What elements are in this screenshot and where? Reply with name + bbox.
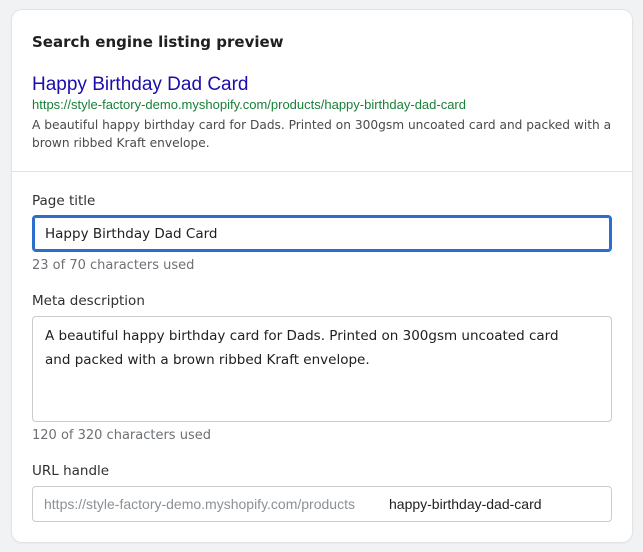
seo-card: Search engine listing preview Happy Birt…	[12, 10, 632, 542]
serp-preview-description: A beautiful happy birthday card for Dads…	[32, 118, 612, 150]
page-title-value: Happy Birthday Dad Card	[45, 226, 218, 242]
url-handle-prefix: https://style-factory-demo.myshopify.com…	[44, 496, 355, 512]
meta-description-char-count: 120 of 320 characters used	[32, 428, 211, 443]
page-title-char-count: 23 of 70 characters used	[32, 258, 195, 273]
meta-description-value: A beautiful happy birthday card for Dads…	[45, 328, 559, 368]
meta-description-label: Meta description	[32, 293, 145, 309]
url-handle-label: URL handle	[32, 463, 110, 479]
serp-preview-title: Happy Birthday Dad Card	[32, 74, 249, 95]
page-title-input[interactable]: Happy Birthday Dad Card	[32, 215, 612, 252]
meta-description-textarea[interactable]: A beautiful happy birthday card for Dads…	[32, 316, 612, 422]
serp-preview-url: https://style-factory-demo.myshopify.com…	[32, 97, 466, 112]
url-handle-input[interactable]: https://style-factory-demo.myshopify.com…	[32, 486, 612, 522]
url-handle-value: happy-birthday-dad-card	[389, 496, 542, 512]
section-title: Search engine listing preview	[32, 33, 284, 51]
search-preview-section: Search engine listing preview Happy Birt…	[12, 10, 632, 172]
page-title-label: Page title	[32, 193, 96, 209]
